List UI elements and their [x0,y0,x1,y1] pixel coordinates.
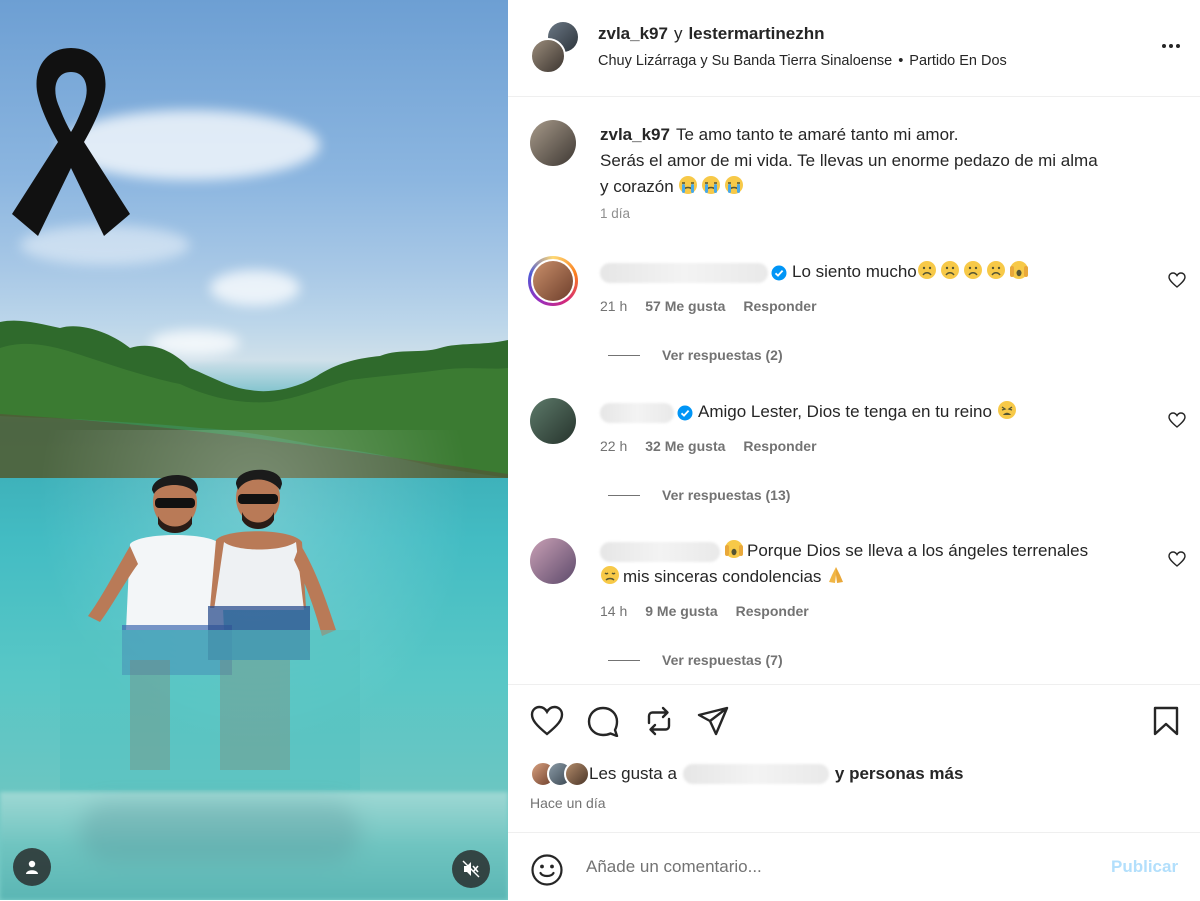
post-side-panel: zvla_k97 y lestermartinezhn Chuy Lizárraga… [508,0,1200,900]
view-replies[interactable]: Ver respuestas (2) [608,347,783,363]
caption-timestamp[interactable]: 1 día [600,206,630,221]
share-icon[interactable] [696,705,730,737]
publish-button[interactable]: Publicar [1111,857,1178,877]
comment-composer: Añade un comentario... Publicar [508,832,1200,901]
comment-heart-icon[interactable] [1168,272,1186,288]
commenter-avatar [533,261,573,301]
view-replies[interactable]: Ver respuestas (7) [608,652,783,668]
avatar[interactable] [530,38,566,74]
caption-author-avatar[interactable] [530,120,576,166]
commenter-avatar[interactable] [530,398,576,444]
comment-icon[interactable] [586,705,620,737]
comment-time[interactable]: 14 h [600,603,627,619]
replies-line [608,494,640,496]
more-icon[interactable] [1162,44,1180,48]
post-media[interactable] [0,0,508,900]
author-username[interactable]: zvla_k97 [598,24,668,43]
post-timestamp[interactable]: Hace un día [530,795,606,811]
audio-info[interactable]: Chuy Lizárraga y Su Banda Tierra Sinaloe… [598,53,1007,69]
folded-hands-icon [829,567,844,583]
caption-author[interactable]: zvla_k97 [600,125,670,144]
audio-track[interactable]: Partido En Dos [909,53,1007,69]
story-ring[interactable] [528,256,578,306]
comment-text: Porque Dios se lleva a los ángeles terre… [600,538,1160,590]
author-conjunction: y [673,24,683,43]
comment-likes[interactable]: 57 Me gusta [645,298,725,314]
view-replies-label[interactable]: Ver respuestas (7) [662,652,783,668]
comment-heart-icon[interactable] [1168,412,1186,428]
likes-summary[interactable]: Les gusta a y personas más [530,761,963,787]
sad-face-icon [940,261,959,279]
screaming-face-icon [725,540,743,558]
blurred-area [0,792,508,900]
view-replies-label[interactable]: Ver respuestas (2) [662,347,783,363]
comment-body: Amigo Lester, Dios te tenga en tu reino [698,402,992,421]
comment-likes[interactable]: 9 Me gusta [645,603,717,619]
caption-line-1: Te amo tanto te amaré tanto mi amor. [675,125,959,144]
screaming-face-icon [1009,261,1028,279]
liker-name-redacted[interactable] [682,764,829,784]
commenter-name-redacted[interactable] [600,402,674,423]
mourning-ribbon-icon [12,48,130,236]
replies-line [608,354,640,356]
comment-input[interactable]: Añade un comentario... [586,857,762,877]
likes-suffix[interactable]: y personas más [835,764,964,784]
verified-icon [771,265,787,281]
comment-time[interactable]: 21 h [600,298,627,314]
comment-body: Lo siento mucho [792,262,917,281]
bookmark-icon[interactable] [1152,705,1180,737]
liker-avatar [564,761,590,787]
sad-face-icon [963,261,982,279]
repost-icon[interactable] [642,705,676,737]
like-heart-icon[interactable] [530,705,564,737]
comment-time[interactable]: 22 h [600,438,627,454]
user-tag-button[interactable] [13,848,51,886]
comment-heart-icon[interactable] [1168,551,1186,567]
weary-face-icon [997,401,1016,419]
comment-meta: 22 h 32 Me gusta Responder [600,438,817,454]
post-authors: zvla_k97 y lestermartinezhn [598,24,825,44]
post-actions: Les gusta a y personas más Hace un día [508,684,1200,833]
comment-meta: 21 h 57 Me gusta Responder [600,298,817,314]
disappointed-face-icon [601,566,619,584]
post-header: zvla_k97 y lestermartinezhn Chuy Lizárraga… [508,0,1200,97]
commenter-name-redacted[interactable] [600,541,720,562]
comment-text: Amigo Lester, Dios te tenga en tu reino [600,399,1160,425]
comment-body-2: mis sinceras condolencias [623,567,822,586]
audio-separator: • [898,53,904,69]
mute-button[interactable] [452,850,490,888]
sad-face-icon [986,261,1005,279]
commenter-name-redacted[interactable] [600,262,768,283]
comment-likes[interactable]: 32 Me gusta [645,438,725,454]
liker-avatars [530,761,590,787]
reply-button[interactable]: Responder [736,603,809,619]
reply-button[interactable]: Responder [743,298,816,314]
comment-meta: 14 h 9 Me gusta Responder [600,603,809,619]
comment-body: Porque Dios se lleva a los ángeles terre… [747,541,1089,560]
commenter-avatar[interactable] [530,538,576,584]
two-men-in-water [60,469,360,790]
crying-face-icon [679,176,698,194]
verified-icon [677,405,693,421]
replies-line [608,659,640,661]
post-caption: zvla_k97 Te amo tanto te amaré tanto mi a… [600,122,1180,200]
view-replies[interactable]: Ver respuestas (13) [608,487,790,503]
emoji-icon[interactable] [530,853,564,887]
sad-face-icon [917,261,936,279]
caption-line-2: Serás el amor de mi vida. Te llevas un e… [600,151,1098,170]
caption-line-3: y corazón [600,177,674,196]
user-tag-icon [26,860,38,874]
crying-face-icon [702,176,721,194]
cloud [210,270,300,306]
view-replies-label[interactable]: Ver respuestas (13) [662,487,790,503]
coauthor-username[interactable]: lestermartinezhn [688,24,824,43]
reply-button[interactable]: Responder [743,438,816,454]
audio-artist[interactable]: Chuy Lizárraga y Su Banda Tierra Sinaloe… [598,53,892,69]
likes-prefix: Les gusta a [589,764,677,783]
mute-icon [462,860,480,878]
crying-face-icon [725,176,744,194]
comment-text: Lo siento mucho [600,259,1160,285]
